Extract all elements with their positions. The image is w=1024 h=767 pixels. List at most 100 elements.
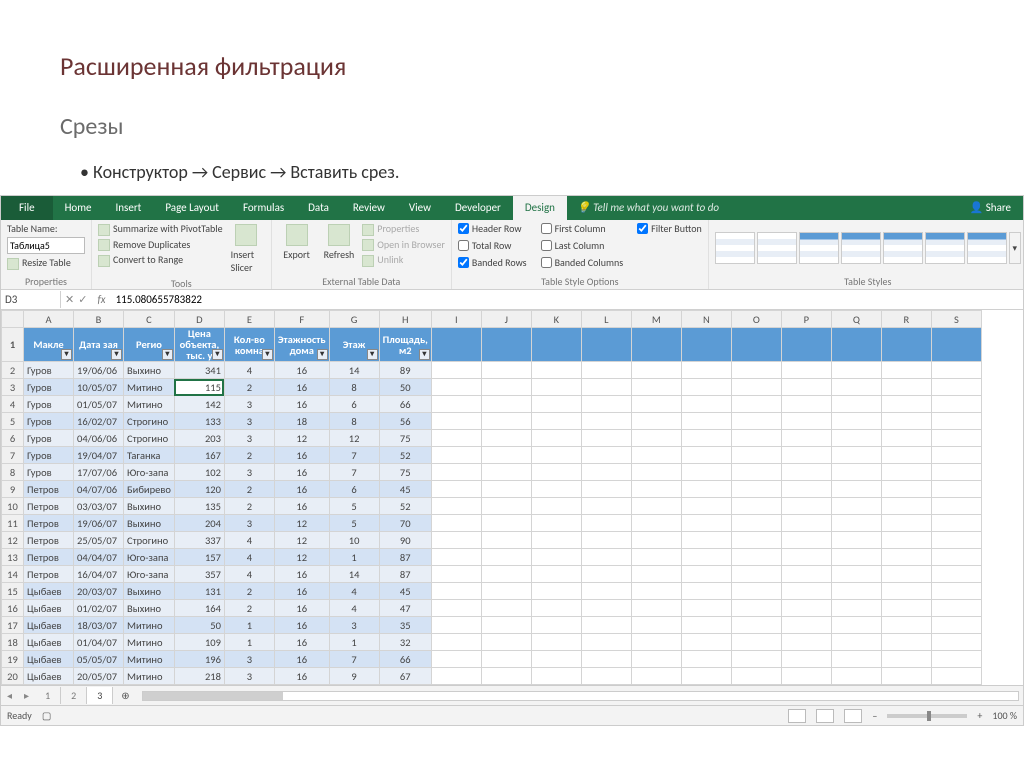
- cancel-icon[interactable]: ✕: [65, 293, 74, 306]
- cell[interactable]: 16: [274, 447, 329, 464]
- add-sheet-button[interactable]: ⊕: [113, 687, 137, 704]
- cell[interactable]: 2: [224, 447, 274, 464]
- cell[interactable]: 2: [224, 583, 274, 600]
- cell[interactable]: Петров: [24, 549, 74, 566]
- cell[interactable]: 50: [174, 617, 224, 634]
- column-header[interactable]: D: [174, 311, 224, 328]
- filter-dropdown-icon[interactable]: ▾: [262, 349, 273, 360]
- cell[interactable]: 16/04/07: [74, 566, 124, 583]
- filter-dropdown-icon[interactable]: ▾: [419, 349, 430, 360]
- cell[interactable]: [531, 549, 581, 566]
- cell[interactable]: [881, 668, 931, 685]
- column-header[interactable]: F: [274, 311, 329, 328]
- row-header[interactable]: 18: [2, 634, 24, 651]
- cell[interactable]: [431, 532, 481, 549]
- cell[interactable]: [931, 379, 981, 396]
- column-header[interactable]: G: [329, 311, 379, 328]
- cell[interactable]: Бибирево: [124, 481, 175, 498]
- cell[interactable]: [581, 651, 631, 668]
- cell[interactable]: [781, 447, 831, 464]
- cell[interactable]: [831, 447, 881, 464]
- table-style-swatch[interactable]: [841, 232, 881, 264]
- cell[interactable]: [431, 498, 481, 515]
- refresh-button[interactable]: Refresh: [320, 222, 359, 263]
- table-style-swatch[interactable]: [799, 232, 839, 264]
- cell[interactable]: [681, 549, 731, 566]
- cell[interactable]: 47: [379, 600, 431, 617]
- cell[interactable]: [681, 447, 731, 464]
- cell[interactable]: 157: [174, 549, 224, 566]
- ribbon-tab-design[interactable]: Design: [513, 196, 567, 220]
- cell[interactable]: 1: [329, 634, 379, 651]
- cell[interactable]: Митино: [124, 396, 175, 413]
- cell[interactable]: [581, 498, 631, 515]
- cell[interactable]: [431, 430, 481, 447]
- cell[interactable]: 142: [174, 396, 224, 413]
- filter-dropdown-icon[interactable]: ▾: [212, 349, 223, 360]
- table-style-swatch[interactable]: [715, 232, 755, 264]
- column-header[interactable]: J: [481, 311, 531, 328]
- cell[interactable]: [631, 362, 681, 379]
- cell[interactable]: [831, 498, 881, 515]
- cell[interactable]: 2: [224, 498, 274, 515]
- cell[interactable]: [631, 413, 681, 430]
- cell[interactable]: [531, 651, 581, 668]
- cell[interactable]: [681, 498, 731, 515]
- last-column-checkbox[interactable]: Last Column: [541, 239, 624, 252]
- cell[interactable]: [881, 396, 931, 413]
- cell[interactable]: [631, 583, 681, 600]
- cell[interactable]: 16: [274, 379, 329, 396]
- cell[interactable]: 10: [329, 532, 379, 549]
- cell[interactable]: 14: [329, 362, 379, 379]
- cell[interactable]: [581, 515, 631, 532]
- cell[interactable]: [581, 396, 631, 413]
- ribbon-tab-insert[interactable]: Insert: [104, 196, 154, 220]
- cell[interactable]: Строгино: [124, 430, 175, 447]
- horizontal-scrollbar[interactable]: [142, 691, 1019, 701]
- cell[interactable]: [481, 668, 531, 685]
- row-header[interactable]: 10: [2, 498, 24, 515]
- cell[interactable]: [681, 481, 731, 498]
- cell[interactable]: [581, 600, 631, 617]
- cell[interactable]: Выхино: [124, 515, 175, 532]
- cell[interactable]: 8: [329, 413, 379, 430]
- cell[interactable]: [781, 396, 831, 413]
- cell[interactable]: 133: [174, 413, 224, 430]
- cell[interactable]: 19/06/06: [74, 362, 124, 379]
- zoom-slider[interactable]: [887, 714, 967, 718]
- cell[interactable]: 04/04/07: [74, 549, 124, 566]
- cell[interactable]: [481, 566, 531, 583]
- cell[interactable]: [631, 481, 681, 498]
- cell[interactable]: [481, 583, 531, 600]
- cell[interactable]: 115: [174, 379, 224, 396]
- cell[interactable]: 16: [274, 481, 329, 498]
- cell[interactable]: 87: [379, 566, 431, 583]
- cell[interactable]: 167: [174, 447, 224, 464]
- cell[interactable]: [831, 515, 881, 532]
- cell[interactable]: 3: [329, 617, 379, 634]
- column-header[interactable]: A: [24, 311, 74, 328]
- cell[interactable]: 01/02/07: [74, 600, 124, 617]
- row-header[interactable]: 19: [2, 651, 24, 668]
- cell[interactable]: 16: [274, 600, 329, 617]
- cell[interactable]: [531, 413, 581, 430]
- cell[interactable]: Митино: [124, 651, 175, 668]
- cell[interactable]: [581, 566, 631, 583]
- cell[interactable]: 102: [174, 464, 224, 481]
- cell[interactable]: [581, 362, 631, 379]
- cell[interactable]: 18: [274, 413, 329, 430]
- table-header-cell[interactable]: Дата зая▾: [74, 328, 124, 362]
- cell[interactable]: 25/05/07: [74, 532, 124, 549]
- cell[interactable]: Юго-запа: [124, 566, 175, 583]
- cell[interactable]: [631, 668, 681, 685]
- sheet-tab[interactable]: 1: [35, 687, 61, 704]
- cell[interactable]: [581, 634, 631, 651]
- macro-record-icon[interactable]: ▢: [42, 709, 51, 722]
- cell[interactable]: Цыбаев: [24, 651, 74, 668]
- zoom-out-button[interactable]: –: [872, 709, 877, 722]
- cell[interactable]: [781, 549, 831, 566]
- column-header[interactable]: R: [881, 311, 931, 328]
- cell[interactable]: [581, 583, 631, 600]
- cell[interactable]: [481, 447, 531, 464]
- row-header[interactable]: 4: [2, 396, 24, 413]
